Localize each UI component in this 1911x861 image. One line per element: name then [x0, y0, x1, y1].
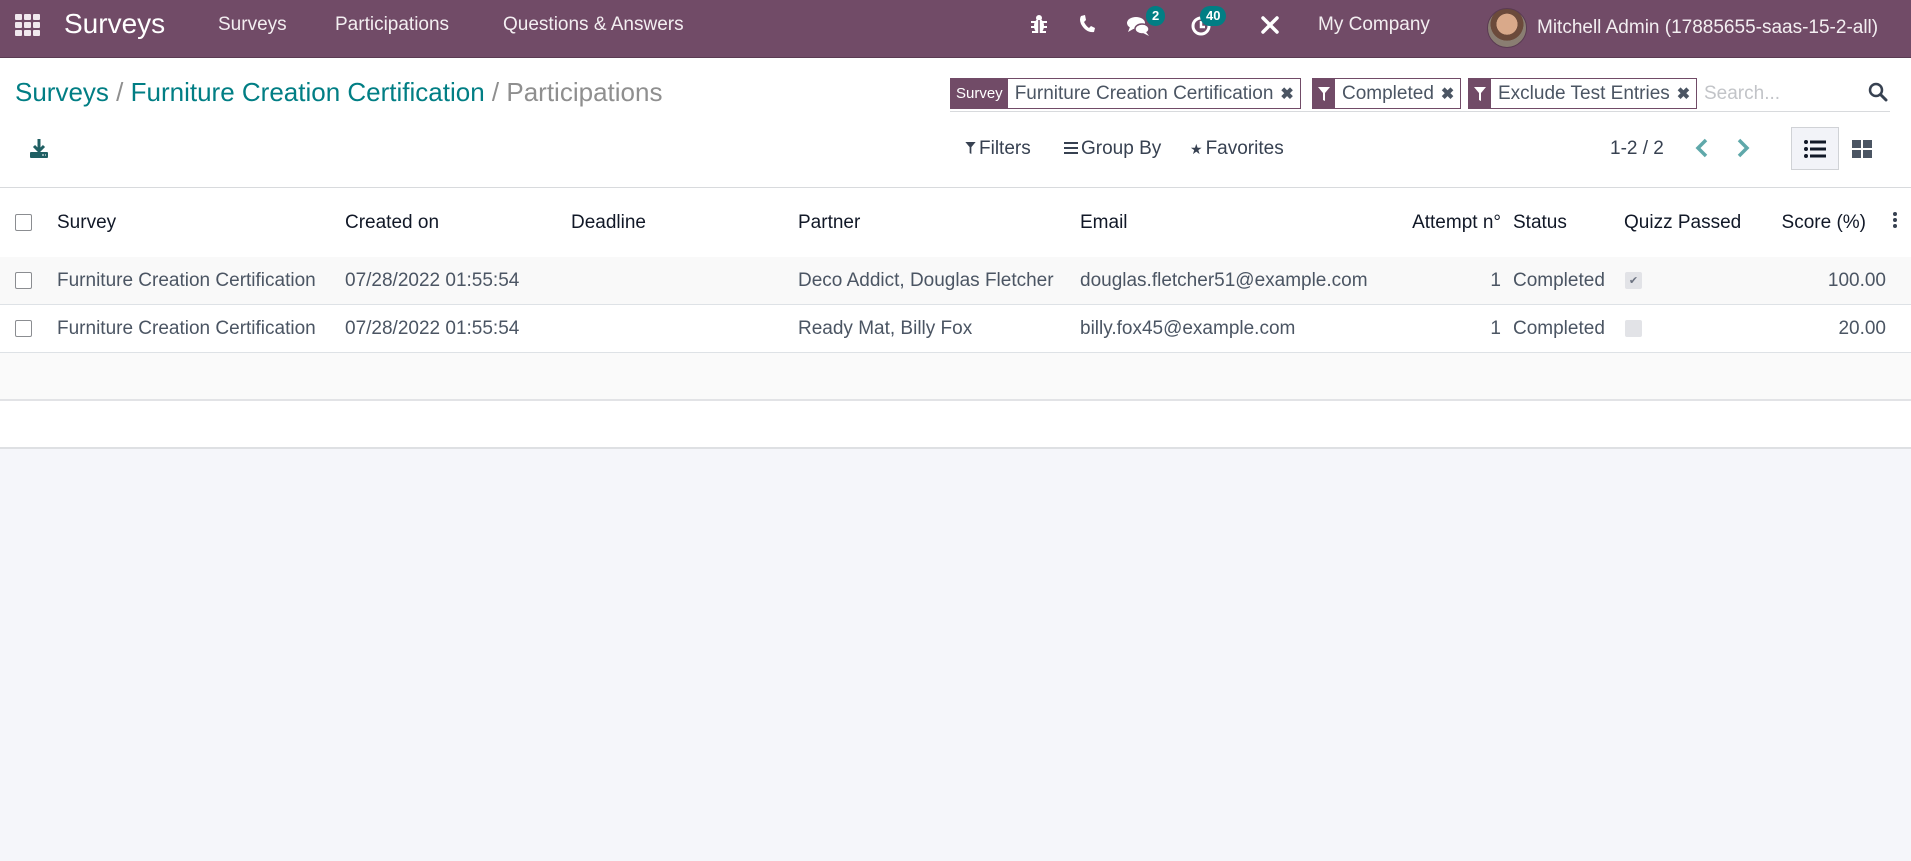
quizz-passed-checkbox: ✔	[1625, 272, 1642, 289]
facet-label: Survey	[951, 79, 1008, 108]
close-icon[interactable]: ✖	[1441, 79, 1460, 108]
close-icon[interactable]: ✖	[1280, 79, 1299, 108]
cell-status: Completed	[1513, 317, 1605, 339]
breadcrumb-separator: /	[116, 77, 124, 107]
table-row[interactable]: Furniture Creation Certification 07/28/2…	[0, 305, 1911, 353]
star-icon: ★	[1190, 140, 1203, 157]
chevron-right-icon	[1737, 138, 1750, 158]
participations-table: Survey Created on Deadline Partner Email…	[0, 188, 1911, 449]
chevron-left-icon	[1695, 138, 1708, 158]
user-menu[interactable]: Mitchell Admin (17885655-saas-15-2-all)	[1487, 5, 1878, 51]
group-by-icon	[1064, 141, 1078, 157]
facet-value: Exclude Test Entries	[1498, 82, 1670, 104]
messages-badge: 2	[1146, 6, 1166, 26]
row-checkbox[interactable]	[15, 320, 32, 337]
table-header: Survey Created on Deadline Partner Email…	[0, 188, 1911, 257]
top-navbar: Surveys Surveys Participations Questions…	[0, 0, 1911, 58]
cell-attempt: 1	[1490, 317, 1501, 339]
column-header-quizz-passed[interactable]: Quizz Passed	[1624, 188, 1741, 257]
row-select-cell	[15, 257, 32, 304]
row-checkbox[interactable]	[15, 272, 32, 289]
cell-created-on: 07/28/2022 01:55:54	[345, 317, 520, 339]
cell-attempt: 1	[1490, 269, 1501, 291]
breadcrumb: Surveys / Furniture Creation Certificati…	[15, 77, 662, 108]
pager-value[interactable]: 1-2 / 2	[1610, 138, 1664, 160]
kanban-icon	[1852, 139, 1872, 158]
menu-participations[interactable]: Participations	[335, 14, 449, 36]
download-icon	[30, 139, 48, 158]
favorites-button[interactable]: ★ Favorites	[1190, 138, 1284, 160]
breadcrumb-current: Participations	[506, 77, 663, 107]
column-header-attempt[interactable]: Attempt n°	[1380, 188, 1501, 257]
app-brand[interactable]: Surveys	[64, 8, 165, 40]
column-header-partner[interactable]: Partner	[798, 188, 860, 257]
cell-email: douglas.fletcher51@example.com	[1080, 269, 1368, 291]
select-all-cell	[15, 188, 32, 257]
cell-quizz-passed	[1625, 305, 1642, 352]
column-header-deadline[interactable]: Deadline	[571, 188, 646, 257]
empty-row	[0, 401, 1911, 449]
bug-icon[interactable]	[1030, 14, 1048, 40]
pager-previous-button[interactable]	[1695, 134, 1709, 165]
group-by-button[interactable]: Group By	[1064, 138, 1161, 160]
filter-icon	[965, 141, 976, 157]
column-header-survey[interactable]: Survey	[57, 188, 116, 257]
cell-survey: Furniture Creation Certification	[57, 269, 316, 291]
cell-score: 20.00	[1838, 317, 1886, 339]
quizz-passed-checkbox	[1625, 320, 1642, 337]
facet-completed: Completed ✖	[1312, 78, 1462, 109]
tools-icon[interactable]	[1260, 15, 1280, 41]
breadcrumb-survey-record[interactable]: Furniture Creation Certification	[131, 77, 485, 107]
table-row[interactable]: Furniture Creation Certification 07/28/2…	[0, 257, 1911, 305]
close-icon[interactable]: ✖	[1677, 79, 1696, 108]
cell-score: 100.00	[1827, 269, 1886, 291]
control-panel: Surveys / Furniture Creation Certificati…	[0, 58, 1911, 188]
group-by-label: Group By	[1081, 138, 1162, 159]
filter-icon	[1469, 79, 1491, 108]
company-switcher[interactable]: My Company	[1318, 14, 1430, 36]
select-all-checkbox[interactable]	[15, 214, 32, 231]
search-bar: Survey Furniture Creation Certification …	[950, 76, 1890, 112]
cell-survey: Furniture Creation Certification	[57, 317, 316, 339]
phone-icon[interactable]	[1078, 14, 1096, 40]
cell-partner: Deco Addict, Douglas Fletcher	[798, 269, 1054, 291]
breadcrumb-surveys[interactable]: Surveys	[15, 77, 109, 107]
filter-icon	[1313, 79, 1335, 108]
facet-exclude-test: Exclude Test Entries ✖	[1468, 78, 1698, 109]
facet-value: Completed	[1342, 82, 1434, 104]
activities-badge: 40	[1200, 6, 1227, 26]
facet-survey: Survey Furniture Creation Certification …	[950, 78, 1301, 109]
export-download-button[interactable]	[28, 138, 50, 160]
column-header-email[interactable]: Email	[1080, 188, 1128, 257]
menu-surveys[interactable]: Surveys	[218, 14, 287, 36]
search-icon[interactable]	[1868, 82, 1888, 108]
column-header-score[interactable]: Score (%)	[1740, 188, 1866, 257]
cell-status: Completed	[1513, 269, 1605, 291]
avatar	[1487, 8, 1527, 48]
cell-quizz-passed: ✔	[1625, 257, 1642, 304]
filters-label: Filters	[979, 138, 1031, 159]
empty-row	[0, 353, 1911, 401]
pager-next-button[interactable]	[1736, 134, 1750, 165]
column-header-status[interactable]: Status	[1513, 188, 1567, 257]
list-view-button[interactable]	[1791, 127, 1839, 170]
breadcrumb-separator: /	[491, 77, 500, 107]
row-select-cell	[15, 305, 32, 352]
kanban-view-button[interactable]	[1838, 127, 1886, 170]
list-icon	[1804, 139, 1826, 158]
optional-columns-toggle[interactable]	[1893, 212, 1897, 230]
filters-button[interactable]: Filters	[965, 138, 1031, 160]
user-name: Mitchell Admin (17885655-saas-15-2-all)	[1537, 17, 1879, 38]
cell-email: billy.fox45@example.com	[1080, 317, 1296, 339]
facet-value: Furniture Creation Certification	[1014, 82, 1274, 104]
favorites-label: Favorites	[1205, 138, 1284, 159]
cell-created-on: 07/28/2022 01:55:54	[345, 269, 520, 291]
cell-partner: Ready Mat, Billy Fox	[798, 317, 973, 339]
apps-menu-icon[interactable]	[15, 14, 41, 36]
menu-questions-answers[interactable]: Questions & Answers	[503, 14, 684, 36]
search-input[interactable]	[1704, 78, 1854, 109]
column-header-created-on[interactable]: Created on	[345, 188, 439, 257]
